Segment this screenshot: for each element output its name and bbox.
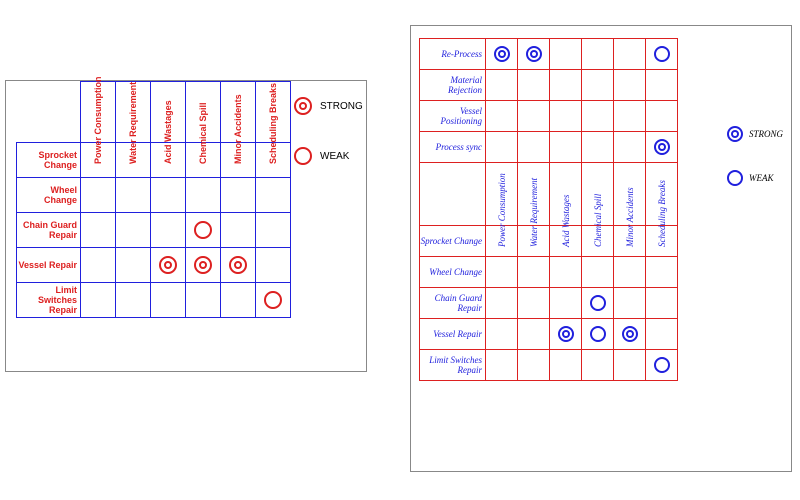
strong-icon — [727, 126, 743, 142]
row-header: Limit Switches Repair — [420, 350, 486, 381]
row-header: Limit Switches Repair — [17, 283, 81, 318]
row-header: Vessel Repair — [420, 319, 486, 350]
right-matrix-panel: STRONG WEAK Re-Process Material Rejectio… — [410, 25, 792, 472]
right-matrix: Re-Process Material Rejection Vessel Pos… — [419, 38, 678, 381]
row-header: Vessel Repair — [17, 248, 81, 283]
strong-icon — [654, 139, 670, 155]
row-header: Sprocket Change — [17, 143, 81, 178]
col-header-row: Power Consumption Water Requirement Acid… — [420, 163, 678, 226]
strong-icon — [494, 46, 510, 62]
strong-icon — [294, 97, 312, 115]
row-header: Chain Guard Repair — [17, 213, 81, 248]
row-header: Chain Guard Repair — [420, 288, 486, 319]
row-header: Wheel Change — [420, 257, 486, 288]
legend-strong-label: STRONG — [749, 129, 783, 139]
legend-weak-label: WEAK — [749, 173, 774, 183]
strong-icon — [558, 326, 574, 342]
right-legend: STRONG WEAK — [727, 126, 783, 214]
strong-icon — [159, 256, 177, 274]
weak-icon — [294, 147, 312, 165]
row-header: Material Rejection — [420, 70, 486, 101]
row-header: Vessel Positioning — [420, 101, 486, 132]
weak-icon — [727, 170, 743, 186]
left-matrix-panel: STRONG WEAK Power Consumption Water Requ… — [5, 80, 367, 372]
legend-weak-label: WEAK — [320, 151, 349, 162]
legend-strong-label: STRONG — [320, 101, 363, 112]
weak-icon — [590, 295, 606, 311]
weak-icon — [264, 291, 282, 309]
row-header: Sprocket Change — [420, 226, 486, 257]
row-header: Re-Process — [420, 39, 486, 70]
row-header: Process sync — [420, 132, 486, 163]
strong-icon — [194, 256, 212, 274]
strong-icon — [229, 256, 247, 274]
strong-icon — [526, 46, 542, 62]
weak-icon — [590, 326, 606, 342]
weak-icon — [654, 46, 670, 62]
col-header-row: Power Consumption Water Requirement Acid… — [17, 82, 291, 143]
row-header: Wheel Change — [17, 178, 81, 213]
weak-icon — [654, 357, 670, 373]
weak-icon — [194, 221, 212, 239]
left-legend: STRONG WEAK — [294, 65, 363, 165]
left-matrix: Power Consumption Water Requirement Acid… — [16, 81, 291, 318]
strong-icon — [622, 326, 638, 342]
